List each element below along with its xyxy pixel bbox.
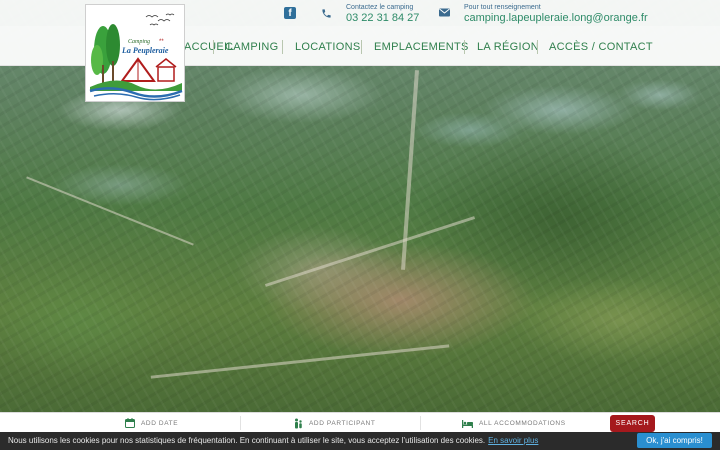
add-participant-field[interactable]: ADD PARTICIPANT [292, 413, 375, 433]
email-address[interactable]: camping.lapeupleraie.long@orange.fr [464, 12, 648, 24]
bed-icon [462, 418, 473, 429]
cookie-banner: Nous utilisons les cookies pour nos stat… [0, 432, 720, 450]
phone-icon [320, 7, 332, 19]
logo-name-text: La Peupleraie [122, 46, 169, 55]
add-participant-label: ADD PARTICIPANT [309, 419, 376, 427]
nav-divider [537, 40, 538, 54]
site-logo[interactable]: Camping ** La Peupleraie [85, 4, 185, 102]
accommodations-field[interactable]: ALL ACCOMMODATIONS [462, 413, 566, 433]
accommodations-label: ALL ACCOMMODATIONS [479, 419, 566, 427]
nav-item-la-region[interactable]: LA RÉGION [477, 26, 539, 66]
nav-item-camping[interactable]: CAMPING [225, 26, 278, 66]
add-date-label: ADD DATE [141, 419, 179, 427]
phone-number[interactable]: 03 22 31 84 27 [346, 12, 419, 24]
email-label: Pour tout renseignement [464, 4, 541, 11]
nav-item-locations[interactable]: LOCATIONS [295, 26, 360, 66]
nav-divider [213, 40, 214, 54]
logo-camping-text: Camping [128, 39, 151, 45]
cookie-accept-button[interactable]: Ok, j'ai compris! [637, 433, 712, 448]
cookie-message: Nous utilisons les cookies pour nos stat… [8, 432, 538, 450]
calendar-icon [124, 418, 135, 429]
nav-item-emplacements[interactable]: EMPLACEMENTS [374, 26, 469, 66]
nav-item-acces-contact[interactable]: ACCÈS / CONTACT [549, 26, 653, 66]
nav-divider [361, 40, 362, 54]
nav-divider [464, 40, 465, 54]
booking-divider [420, 416, 421, 430]
search-button[interactable]: SEARCH [610, 415, 655, 432]
people-icon [292, 418, 303, 429]
phone-label: Contactez le camping [346, 4, 414, 11]
cookie-learn-more-link[interactable]: En savoir plus [488, 436, 538, 445]
booking-divider [240, 416, 241, 430]
mail-icon [439, 8, 450, 17]
facebook-icon[interactable]: f [284, 7, 296, 19]
nav-divider [282, 40, 283, 54]
add-date-field[interactable]: ADD DATE [124, 413, 178, 433]
logo-stars: ** [159, 39, 164, 45]
cookie-message-text: Nous utilisons les cookies pour nos stat… [8, 436, 486, 445]
